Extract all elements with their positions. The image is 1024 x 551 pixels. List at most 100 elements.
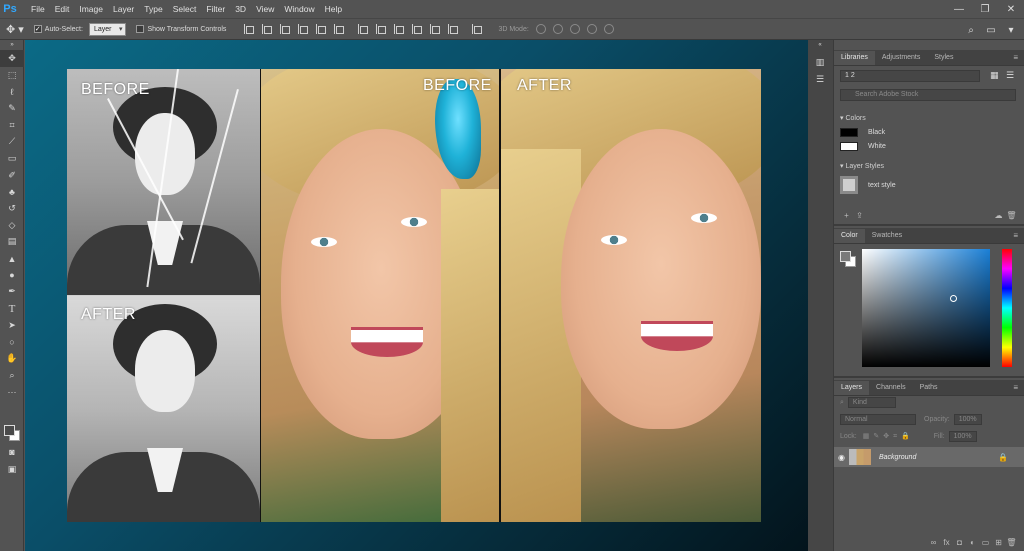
hue-slider[interactable]	[1002, 249, 1012, 367]
quick-select-tool-icon[interactable]: ✎	[0, 100, 24, 117]
history-brush-icon[interactable]: ↺	[0, 200, 24, 217]
more-tools-icon[interactable]: ···	[0, 384, 24, 401]
colors-section-header[interactable]: ▾ Colors	[840, 114, 866, 122]
fx-icon[interactable]: fx	[940, 538, 953, 547]
tab-paths[interactable]: Paths	[913, 381, 945, 395]
lasso-tool-icon[interactable]: ℓ	[0, 83, 24, 100]
library-dropdown[interactable]: 1 2	[840, 70, 980, 82]
menu-image[interactable]: Image	[74, 0, 108, 18]
opacity-input[interactable]: 100%	[953, 414, 982, 425]
3d-roll-icon[interactable]	[552, 24, 563, 34]
menu-type[interactable]: Type	[139, 0, 167, 18]
history-panel-icon[interactable]: ▥	[808, 54, 832, 71]
panel-menu-icon[interactable]: ≡	[1013, 53, 1018, 62]
brush-tool-icon[interactable]: ✐	[0, 167, 24, 184]
distribute-top-icon[interactable]	[358, 24, 369, 34]
layer-row-background[interactable]: ◉ Background 🔒	[834, 447, 1024, 467]
new-layer-icon[interactable]: ⊞	[992, 538, 1005, 547]
panel-expand-icon[interactable]: «	[808, 40, 832, 50]
panel-menu-icon[interactable]: ≡	[1013, 231, 1018, 240]
blend-mode-dropdown[interactable]: Normal	[840, 414, 916, 425]
foreground-color-mini[interactable]	[840, 251, 851, 262]
align-top-icon[interactable]	[244, 24, 255, 34]
tab-adjustments[interactable]: Adjustments	[875, 51, 928, 65]
frame-tool-icon[interactable]: ▭	[0, 150, 24, 167]
minimize-button[interactable]: —	[946, 0, 972, 18]
tab-channels[interactable]: Channels	[869, 381, 913, 395]
shape-tool-icon[interactable]: ○	[0, 334, 24, 351]
crop-tool-icon[interactable]: ⌗	[0, 117, 24, 134]
tab-swatches[interactable]: Swatches	[865, 229, 909, 243]
workspace-icon[interactable]: ▭	[984, 23, 998, 37]
tab-color[interactable]: Color	[834, 229, 865, 243]
distribute-hcenter-icon[interactable]	[430, 24, 441, 34]
list-view-icon[interactable]: ☰	[1006, 70, 1014, 81]
gradient-tool-icon[interactable]: ▤	[0, 234, 24, 251]
distribute-left-icon[interactable]	[412, 24, 423, 34]
panel-menu-icon[interactable]: ≡	[1013, 383, 1018, 392]
layer-styles-section-header[interactable]: ▾ Layer Styles	[840, 162, 884, 170]
color-swatches[interactable]	[4, 425, 20, 441]
fill-input[interactable]: 100%	[948, 431, 977, 442]
marquee-tool-icon[interactable]: ⬚	[0, 67, 24, 84]
blur-tool-icon[interactable]: ▲	[0, 250, 24, 267]
pen-tool-icon[interactable]: ✒	[0, 284, 24, 301]
screen-mode-icon[interactable]: ▣	[0, 461, 24, 478]
menu-edit[interactable]: Edit	[50, 0, 75, 18]
properties-panel-icon[interactable]: ☰	[808, 71, 832, 88]
eraser-tool-icon[interactable]: ◇	[0, 217, 24, 234]
add-mask-icon[interactable]: ◘	[953, 538, 966, 547]
cloud-sync-icon[interactable]: ☁	[992, 211, 1005, 220]
panel-collapse-icon[interactable]: »	[0, 40, 24, 50]
maximize-button[interactable]: ❐	[972, 0, 998, 18]
search-icon[interactable]: ⌕	[964, 23, 978, 37]
stock-search-input[interactable]: Search Adobe Stock	[840, 89, 1016, 101]
auto-align-icon[interactable]	[472, 24, 483, 34]
visibility-eye-icon[interactable]: ◉	[838, 453, 845, 462]
transform-controls-toggle[interactable]: Show Transform Controls	[136, 25, 226, 33]
close-button[interactable]: ✕	[998, 0, 1024, 18]
hand-tool-icon[interactable]: ✋	[0, 350, 24, 367]
zoom-tool-icon[interactable]: ⌕	[0, 367, 24, 384]
align-vcenter-icon[interactable]	[262, 24, 273, 34]
menu-file[interactable]: File	[26, 0, 50, 18]
3d-orbit-icon[interactable]	[535, 24, 546, 34]
auto-select-checkbox[interactable]: ✓	[33, 25, 42, 33]
align-left-icon[interactable]	[298, 24, 309, 34]
menu-view[interactable]: View	[251, 0, 279, 18]
menu-filter[interactable]: Filter	[201, 0, 230, 18]
align-hcenter-icon[interactable]	[316, 24, 327, 34]
library-color-item[interactable]: Black	[840, 128, 885, 137]
color-picker-field[interactable]	[862, 249, 990, 367]
color-picker-handle[interactable]	[950, 295, 957, 302]
delete-layer-icon[interactable]: 🗑	[1005, 538, 1018, 547]
type-tool-icon[interactable]: T	[0, 300, 24, 317]
library-style-item[interactable]: text style	[840, 176, 896, 194]
new-group-icon[interactable]: ▭	[979, 538, 992, 547]
path-select-tool-icon[interactable]: ➤	[0, 317, 24, 334]
3d-scale-icon[interactable]	[603, 24, 614, 34]
auto-select-dropdown[interactable]: Layer	[88, 22, 127, 36]
trash-icon[interactable]: 🗑	[1005, 211, 1018, 220]
tab-libraries[interactable]: Libraries	[834, 51, 875, 65]
canvas-area[interactable]: BEFORE AFTER BEFORE AFTER	[25, 40, 808, 551]
distribute-right-icon[interactable]	[448, 24, 459, 34]
add-element-icon[interactable]: +	[840, 211, 853, 220]
library-color-item[interactable]: White	[840, 142, 886, 151]
menu-window[interactable]: Window	[279, 0, 319, 18]
upload-icon[interactable]: ⇪	[853, 211, 866, 220]
tab-layers[interactable]: Layers	[834, 381, 870, 395]
lock-icons[interactable]: ▦✎✥⌗🔒	[863, 432, 914, 441]
distribute-bottom-icon[interactable]	[394, 24, 405, 34]
3d-slide-icon[interactable]	[586, 24, 597, 34]
menu-3d[interactable]: 3D	[230, 0, 251, 18]
align-right-icon[interactable]	[334, 24, 345, 34]
stamp-tool-icon[interactable]: ♣	[0, 184, 24, 201]
auto-select-toggle[interactable]: ✓ Auto-Select:	[33, 25, 83, 33]
align-bottom-icon[interactable]	[280, 24, 291, 34]
move-tool-icon[interactable]: ✥	[0, 50, 24, 67]
grid-view-icon[interactable]: ▦	[990, 70, 999, 81]
transform-controls-checkbox[interactable]	[136, 25, 145, 33]
menu-layer[interactable]: Layer	[108, 0, 139, 18]
3d-pan-icon[interactable]	[569, 24, 580, 34]
